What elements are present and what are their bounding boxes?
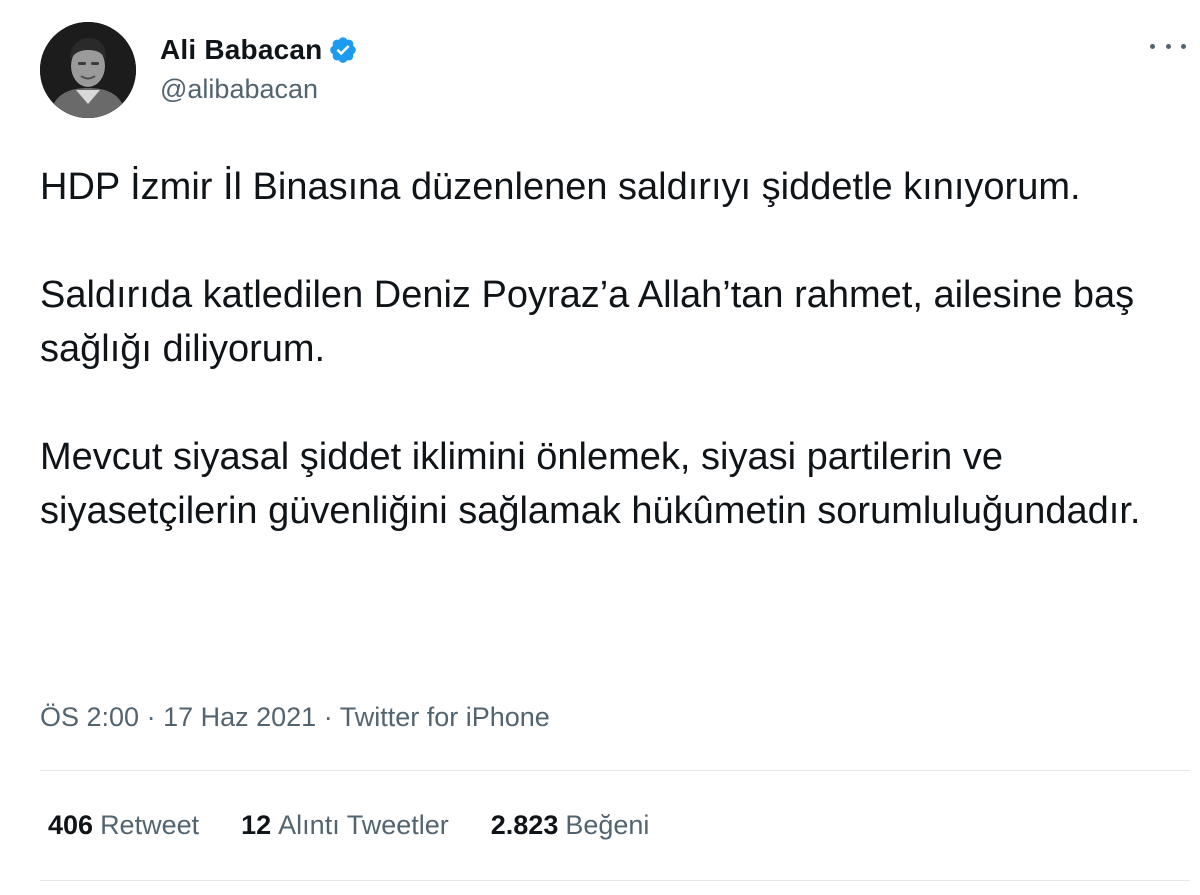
more-options-icon[interactable]: [1150, 34, 1186, 58]
verified-badge-icon: [328, 35, 358, 65]
tweet-text: HDP İzmir İl Binasına düzenlenen saldırı…: [40, 160, 1170, 538]
more-dot: [1181, 43, 1186, 49]
divider: [40, 880, 1190, 881]
author-display-name[interactable]: Ali Babacan: [160, 34, 322, 66]
meta-separator: ·: [139, 702, 164, 732]
tweet-stats: 406 Retweet 12 Alıntı Tweetler 2.823 Beğeni: [48, 810, 691, 841]
author-avatar[interactable]: [40, 22, 136, 118]
retweet-count-link[interactable]: 406 Retweet: [48, 810, 199, 841]
tweet-time[interactable]: ÖS 2:00: [40, 702, 139, 732]
more-dot: [1165, 43, 1171, 49]
tweet-source[interactable]: Twitter for iPhone: [340, 702, 550, 732]
author-name-row: Ali Babacan: [160, 30, 358, 70]
tweet-paragraph: HDP İzmir İl Binasına düzenlenen saldırı…: [40, 166, 1081, 208]
divider: [40, 770, 1190, 771]
author-handle[interactable]: @alibabacan: [160, 74, 318, 105]
tweet-paragraph: Mevcut siyasal şiddet iklimini önlemek, …: [40, 436, 1141, 532]
like-label: Beğeni: [565, 810, 650, 840]
tweet-meta: ÖS 2:00 · 17 Haz 2021 · Twitter for iPho…: [40, 702, 550, 733]
retweet-count: 406: [48, 810, 94, 840]
quote-count-link[interactable]: 12 Alıntı Tweetler: [241, 810, 449, 841]
tweet-date[interactable]: 17 Haz 2021: [163, 702, 316, 732]
like-count: 2.823: [490, 810, 559, 840]
more-dot: [1150, 43, 1155, 49]
quote-count: 12: [241, 810, 272, 840]
retweet-label: Retweet: [100, 810, 200, 840]
tweet-paragraph: Saldırıda katledilen Deniz Poyraz’a Alla…: [40, 274, 1135, 370]
quote-label: Alıntı Tweetler: [278, 810, 449, 840]
like-count-link[interactable]: 2.823 Beğeni: [491, 810, 650, 841]
user-avatar-photo: [40, 22, 136, 118]
tweet-detail: Ali Babacan @alibabacan HDP İzmir İl Bin…: [0, 0, 1200, 895]
meta-separator: ·: [316, 702, 340, 732]
